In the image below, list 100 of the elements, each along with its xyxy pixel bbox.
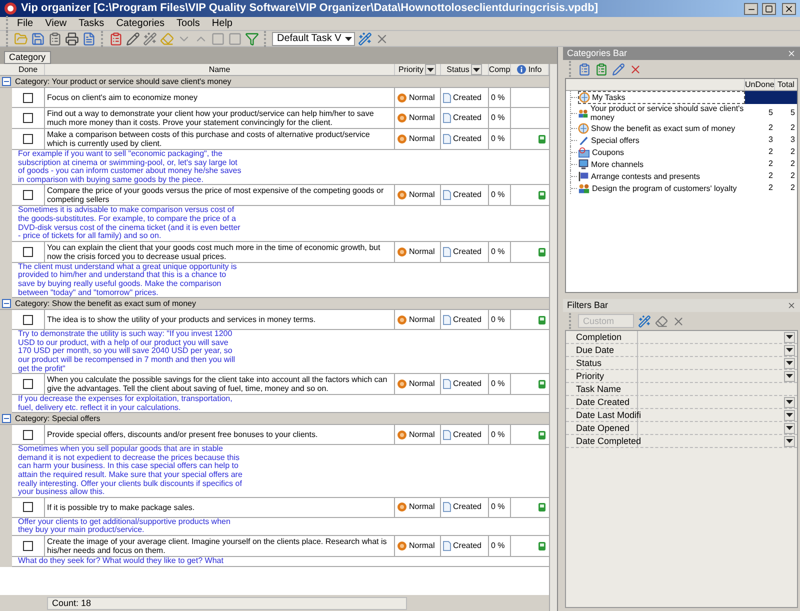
task-note: For example if you want to sell "economic packaging", the subscription at cinema or swimming-pool, or, let's say large lot of goods - you can inform customer about money he/she saves in comparison with buying same goods by the piece. bbox=[18, 150, 242, 184]
status-value: Created bbox=[453, 428, 482, 441]
flag-icon bbox=[578, 170, 589, 182]
status-value: Created bbox=[453, 189, 482, 202]
checkbox[interactable] bbox=[23, 314, 33, 325]
filter-dropdown[interactable] bbox=[784, 358, 795, 368]
document-icon bbox=[443, 92, 451, 102]
menu-item[interactable]: Help bbox=[206, 16, 238, 31]
filter-dropdown[interactable] bbox=[784, 370, 795, 382]
priority-icon bbox=[397, 113, 407, 123]
category-item[interactable]: My Tasks bbox=[578, 91, 745, 104]
checkbox[interactable] bbox=[23, 246, 33, 257]
caret-icon bbox=[786, 374, 793, 378]
checkbox[interactable] bbox=[23, 113, 33, 123]
undone-count: 2 bbox=[768, 122, 774, 134]
clipboard-icon[interactable] bbox=[578, 62, 591, 76]
menu-item[interactable]: Tasks bbox=[72, 16, 110, 31]
filter-dropdown[interactable] bbox=[784, 436, 795, 446]
filter-dropdown[interactable] bbox=[784, 410, 795, 420]
filter-label: Date Last Modifi bbox=[566, 409, 638, 421]
delete-icon[interactable] bbox=[629, 62, 642, 76]
filter-dropdown[interactable] bbox=[471, 64, 482, 75]
document-icon bbox=[443, 190, 451, 200]
filter-dropdown[interactable] bbox=[784, 422, 795, 434]
menu-item[interactable]: Tools bbox=[170, 16, 206, 31]
category-item[interactable]: Design the program of customers' loyalty bbox=[578, 182, 745, 194]
wand-icon[interactable] bbox=[638, 314, 651, 328]
column-header[interactable]: Comp bbox=[488, 64, 510, 76]
pencil-icon[interactable] bbox=[126, 32, 140, 46]
checkbox[interactable] bbox=[23, 134, 33, 144]
checkbox[interactable] bbox=[23, 92, 33, 102]
category-item[interactable]: More channels bbox=[578, 158, 745, 170]
total-count: 3 bbox=[790, 134, 796, 146]
filter-icon[interactable] bbox=[245, 32, 259, 46]
priority-value: Normal bbox=[409, 112, 435, 124]
group-by-chip[interactable]: Category bbox=[4, 51, 51, 64]
total-count: 2 bbox=[790, 146, 796, 158]
column-header[interactable]: Name bbox=[208, 64, 230, 76]
category-item[interactable]: Show the benefit as exact sum of money bbox=[578, 122, 745, 134]
filter-label: Date Created bbox=[566, 396, 638, 408]
view-combo[interactable]: Default Task V bbox=[272, 32, 356, 46]
document-icon bbox=[443, 430, 451, 440]
completion-value: 0 % bbox=[491, 428, 505, 441]
priority-icon bbox=[397, 92, 407, 102]
column-header[interactable]: Status bbox=[446, 64, 470, 76]
checkbox[interactable] bbox=[23, 430, 33, 440]
status-value: Created bbox=[453, 246, 482, 258]
task-name: Provide special offers, discounts and/or present free bonuses to your clients. bbox=[47, 430, 318, 440]
category-label: Show the benefit as exact sum of money bbox=[591, 124, 736, 132]
clipboard-icon[interactable] bbox=[595, 62, 608, 76]
category-item[interactable]: Arrange contests and presents bbox=[578, 170, 745, 182]
restore-button[interactable] bbox=[762, 2, 776, 14]
eraser-icon[interactable] bbox=[655, 314, 668, 328]
note-icon bbox=[538, 430, 547, 440]
filter-label: Priority bbox=[566, 370, 638, 382]
column-header[interactable]: Total bbox=[775, 79, 797, 90]
priority-value: Normal bbox=[409, 189, 435, 202]
menu-item[interactable]: View bbox=[39, 16, 73, 31]
printer-icon[interactable] bbox=[65, 32, 79, 46]
document-icon[interactable] bbox=[82, 32, 96, 46]
save-icon[interactable] bbox=[31, 32, 45, 46]
checkbox[interactable] bbox=[23, 379, 33, 390]
scrollbar[interactable] bbox=[549, 64, 557, 611]
minimize-button[interactable] bbox=[744, 2, 758, 14]
filter-dropdown[interactable] bbox=[784, 332, 795, 342]
wand-icon[interactable] bbox=[358, 32, 372, 46]
people-icon bbox=[578, 108, 588, 118]
pencil-icon[interactable] bbox=[612, 62, 625, 76]
collapse-icon[interactable] bbox=[2, 414, 11, 424]
column-header[interactable]: Done bbox=[18, 64, 38, 76]
panel-title: Filters Bar bbox=[567, 298, 610, 312]
wand-icon[interactable] bbox=[143, 32, 157, 46]
filter-dropdown[interactable] bbox=[425, 64, 436, 75]
column-header[interactable]: Priority bbox=[398, 64, 424, 76]
task-note: Sometimes when you sell popular goods that are in stable demand it is not expedient to decrease the prices because this can harm your business. In this case special offers can help to attain the required result. Make sure that your special offers are really interesting. Offer your clients bulk discounts if specifics of your business allow this. bbox=[18, 445, 243, 497]
group-row[interactable]: Category: Show the benefit as exact sum of money bbox=[0, 298, 549, 310]
collapse-icon[interactable] bbox=[2, 299, 11, 308]
undone-count: 2 bbox=[768, 170, 774, 182]
clipboard-icon[interactable] bbox=[109, 32, 123, 46]
category-item[interactable]: Coupons bbox=[578, 146, 745, 158]
close-icon[interactable] bbox=[787, 301, 796, 310]
filter-dropdown[interactable] bbox=[784, 344, 795, 356]
column-header[interactable]: Info bbox=[528, 64, 542, 76]
toolbar-grip[interactable] bbox=[6, 16, 9, 32]
checkbox[interactable] bbox=[23, 541, 33, 552]
close-button[interactable] bbox=[782, 2, 796, 14]
clear-icon[interactable] bbox=[672, 314, 685, 328]
caret-icon bbox=[786, 348, 793, 352]
clipboard-icon[interactable] bbox=[48, 32, 62, 46]
checkbox[interactable] bbox=[23, 190, 33, 200]
column-header[interactable]: UnDone bbox=[745, 79, 775, 90]
menu-item[interactable]: File bbox=[11, 16, 40, 31]
checkbox[interactable] bbox=[23, 502, 33, 512]
group-row[interactable]: Category: Special offers bbox=[0, 413, 549, 426]
filter-dropdown[interactable] bbox=[784, 396, 795, 408]
category-item[interactable]: Special offers bbox=[578, 134, 745, 146]
collapse-icon[interactable] bbox=[2, 77, 11, 86]
priority-value: Normal bbox=[409, 92, 435, 104]
menu-item[interactable]: Categories bbox=[110, 16, 171, 31]
group-row[interactable]: Category: Your product or service should save client's money bbox=[0, 76, 549, 88]
